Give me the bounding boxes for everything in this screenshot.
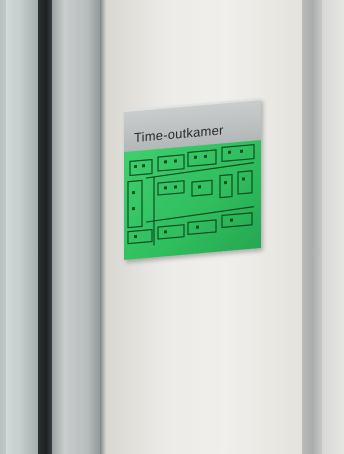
- floor-plan-room: [157, 154, 185, 172]
- floor-plan-room: [127, 179, 143, 229]
- floor-plan-room: [191, 179, 213, 197]
- floor-plan-room: [219, 173, 233, 199]
- floor-plan-drawing: [127, 143, 255, 246]
- floor-plan-room: [187, 219, 217, 236]
- floor-plan-room: [129, 158, 153, 177]
- photo-scene: Time-outkamer: [0, 0, 344, 454]
- wall-right: [322, 0, 344, 454]
- floor-plan-room: [157, 180, 185, 196]
- window-frame: [52, 0, 102, 454]
- window-frame-dark: [38, 0, 52, 454]
- floor-plan: [124, 140, 261, 260]
- floor-plan-room: [237, 170, 253, 195]
- floor-plan-room: [157, 224, 185, 240]
- floor-plan-room: [187, 149, 217, 168]
- floor-plan-room: [127, 228, 153, 245]
- wall-pillar: [302, 0, 322, 454]
- floor-plan-room: [221, 212, 253, 229]
- floor-plan-room: [221, 143, 255, 163]
- room-sign: Time-outkamer: [124, 98, 261, 260]
- sign-title: Time-outkamer: [134, 122, 224, 146]
